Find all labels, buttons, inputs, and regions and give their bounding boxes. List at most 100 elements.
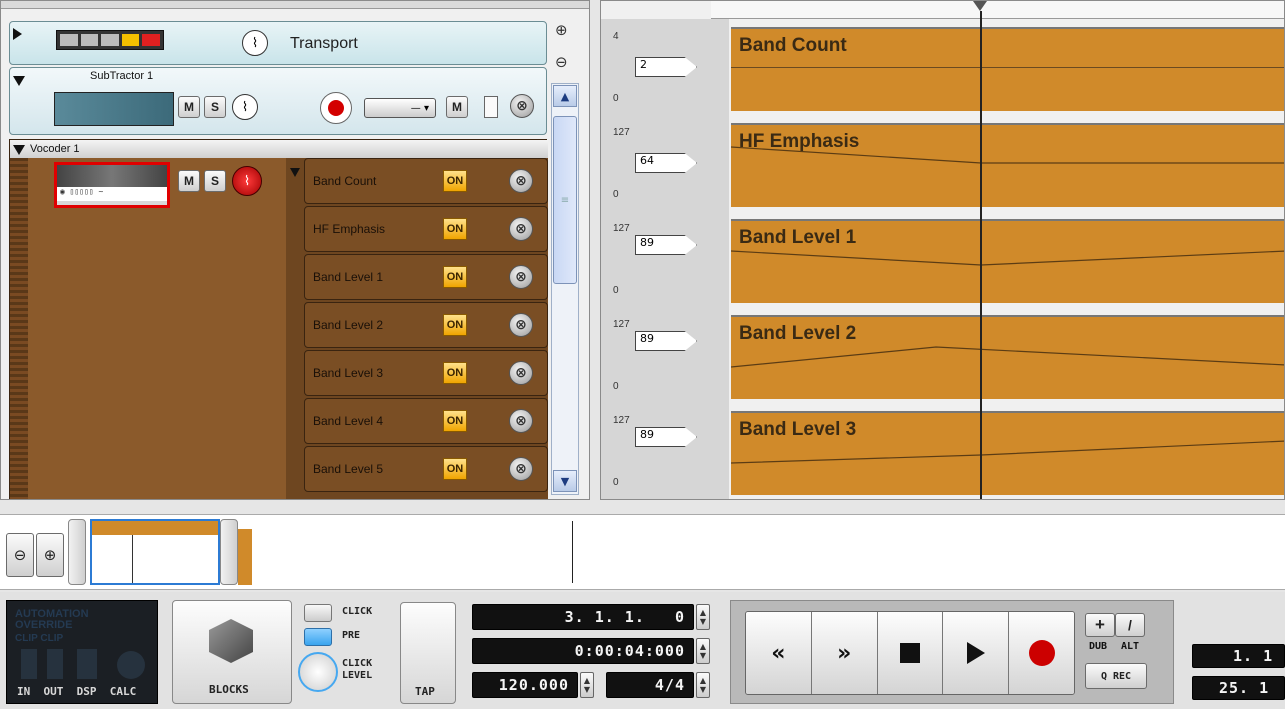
song-end-marker[interactable] xyxy=(572,521,573,583)
time-display[interactable]: 0:00:04:000 xyxy=(472,638,694,664)
alt-button[interactable]: / xyxy=(1115,613,1145,637)
tap-button[interactable]: TAP xyxy=(400,602,456,704)
tempo-stepper[interactable]: ▲ ▼ xyxy=(580,672,594,698)
scroll-thumb[interactable]: ≡ xyxy=(553,116,577,284)
value-indicator[interactable]: 64 xyxy=(635,153,697,173)
bar-position-stepper[interactable]: ▲ ▼ xyxy=(696,604,710,630)
lane-on-button[interactable]: ON xyxy=(443,458,467,480)
scale-max: 127 xyxy=(613,223,630,234)
subtractor-name: SubTractor 1 xyxy=(90,70,154,82)
zoom-out-icon[interactable]: ⊖ xyxy=(6,533,34,577)
signature-stepper[interactable]: ▲ ▼ xyxy=(696,672,710,698)
expand-arrow-icon[interactable] xyxy=(13,28,22,40)
lane-header[interactable]: Band Count ON ⊗ xyxy=(304,158,548,204)
navigator-right-handle[interactable] xyxy=(220,519,238,585)
subtractor-mute-button[interactable]: M xyxy=(178,96,200,118)
collapse-arrow-icon[interactable] xyxy=(13,145,25,155)
lock-toggle[interactable] xyxy=(484,96,498,118)
left-locator-display[interactable]: 1. 1 xyxy=(1192,644,1285,668)
timeline-ruler[interactable] xyxy=(711,1,1284,19)
pre-toggle[interactable] xyxy=(304,628,332,646)
record-button[interactable] xyxy=(1009,612,1074,694)
dub-button[interactable]: + xyxy=(1085,613,1115,637)
vocoder-solo-button[interactable]: S xyxy=(204,170,226,192)
vocoder-track[interactable]: Vocoder 1 ◉ ▯▯▯▯▯ ~ M S ⌇ Band Count ON … xyxy=(9,139,548,499)
lane-name: HF Emphasis xyxy=(313,222,386,236)
input-selector-dropdown[interactable]: — ▾ xyxy=(364,98,436,118)
transport-device-thumbnail xyxy=(56,30,164,50)
lane-on-button[interactable]: ON xyxy=(443,362,467,384)
bar-position-display[interactable]: 3. 1. 1. 0 xyxy=(472,604,694,630)
subtractor-monitor-button[interactable]: M xyxy=(446,96,468,118)
play-button[interactable] xyxy=(943,612,1010,694)
automation-lane[interactable]: 127 0 89 Band Level 2 xyxy=(601,307,1284,401)
value-indicator[interactable]: 2 xyxy=(635,57,697,77)
scale-min: 0 xyxy=(613,189,619,200)
playhead-line xyxy=(980,11,982,499)
value-indicator[interactable]: 89 xyxy=(635,331,697,351)
tempo-display[interactable]: 120.000 xyxy=(472,672,578,698)
lane-header[interactable]: Band Level 3 ON ⊗ xyxy=(304,350,548,396)
lane-header[interactable]: Band Level 1 ON ⊗ xyxy=(304,254,548,300)
playhead-marker-icon[interactable] xyxy=(973,1,987,11)
rewind-button[interactable]: « xyxy=(746,612,812,694)
subtractor-track[interactable]: SubTractor 1 M S ⌇ — ▾ M ⊗ xyxy=(9,67,547,135)
automation-clip[interactable]: Band Level 3 xyxy=(731,411,1284,495)
automation-lane[interactable]: 4 0 2 Band Count xyxy=(601,19,1284,113)
automation-clip[interactable]: Band Level 2 xyxy=(731,315,1284,399)
right-locator-display[interactable]: 25. 1 xyxy=(1192,676,1285,700)
value-indicator[interactable]: 89 xyxy=(635,235,697,255)
subtractor-solo-button[interactable]: S xyxy=(204,96,226,118)
lane-on-button[interactable]: ON xyxy=(443,266,467,288)
scale-max: 4 xyxy=(613,31,619,42)
lane-on-button[interactable]: ON xyxy=(443,170,467,192)
lane-header[interactable]: HF Emphasis ON ⊗ xyxy=(304,206,548,252)
lane-header[interactable]: Band Level 4 ON ⊗ xyxy=(304,398,548,444)
delete-lane-button[interactable]: ⊗ xyxy=(509,265,533,289)
navigator-window[interactable] xyxy=(90,519,220,585)
automation-lane[interactable]: 127 0 89 Band Level 1 xyxy=(601,211,1284,305)
waveform-icon: ⌇ xyxy=(242,30,268,56)
delete-lane-button[interactable]: ⊗ xyxy=(509,457,533,481)
lane-on-button[interactable]: ON xyxy=(443,410,467,432)
delete-lane-button[interactable]: ⊗ xyxy=(509,169,533,193)
navigator-left-handle[interactable] xyxy=(68,519,86,585)
scroll-down-button[interactable]: ▼ xyxy=(553,470,577,492)
zoom-in-icon[interactable]: ⊕ xyxy=(36,533,64,577)
lane-name: Band Level 4 xyxy=(313,414,384,428)
lane-header[interactable]: Band Level 5 ON ⊗ xyxy=(304,446,548,492)
vertical-scrollbar[interactable]: ▲ ≡ ▼ xyxy=(551,83,579,495)
lane-header[interactable]: Band Level 2 ON ⊗ xyxy=(304,302,548,348)
delete-track-button[interactable]: ⊗ xyxy=(510,94,534,118)
lane-name: Band Count xyxy=(313,174,377,188)
delete-lane-button[interactable]: ⊗ xyxy=(509,361,533,385)
delete-lane-button[interactable]: ⊗ xyxy=(509,313,533,337)
scroll-up-button[interactable]: ▲ xyxy=(553,85,577,107)
blocks-icon xyxy=(209,619,253,663)
fast-forward-button[interactable]: » xyxy=(811,612,878,694)
transport-track[interactable]: ⌇ Transport xyxy=(9,21,547,65)
record-enable-button[interactable] xyxy=(320,92,352,124)
lane-on-button[interactable]: ON xyxy=(443,314,467,336)
automation-clip[interactable]: Band Level 1 xyxy=(731,219,1284,303)
signature-display[interactable]: 4/4 xyxy=(606,672,694,698)
vocoder-mute-button[interactable]: M xyxy=(178,170,200,192)
collapse-arrow-icon[interactable] xyxy=(13,76,25,86)
delete-lane-button[interactable]: ⊗ xyxy=(509,217,533,241)
collapse-arrow-icon[interactable] xyxy=(290,168,300,177)
blocks-button[interactable]: BLOCKS xyxy=(172,600,292,704)
automation-lane[interactable]: 127 0 89 Band Level 3 xyxy=(601,403,1284,497)
automation-lane[interactable]: 127 0 64 HF Emphasis xyxy=(601,115,1284,209)
delete-lane-button[interactable]: ⊗ xyxy=(509,409,533,433)
click-toggle[interactable] xyxy=(304,604,332,622)
time-stepper[interactable]: ▲ ▼ xyxy=(696,638,710,664)
zoom-in-icon[interactable]: ⊕ xyxy=(555,21,568,39)
zoom-out-icon[interactable]: ⊖ xyxy=(555,53,568,71)
automation-clip[interactable]: HF Emphasis xyxy=(731,123,1284,207)
value-indicator[interactable]: 89 xyxy=(635,427,697,447)
stop-button[interactable] xyxy=(877,612,944,694)
lane-on-button[interactable]: ON xyxy=(443,218,467,240)
automation-clip[interactable]: Band Count xyxy=(731,27,1284,111)
q-rec-button[interactable]: Q REC xyxy=(1085,663,1147,689)
click-level-knob[interactable] xyxy=(298,652,338,692)
